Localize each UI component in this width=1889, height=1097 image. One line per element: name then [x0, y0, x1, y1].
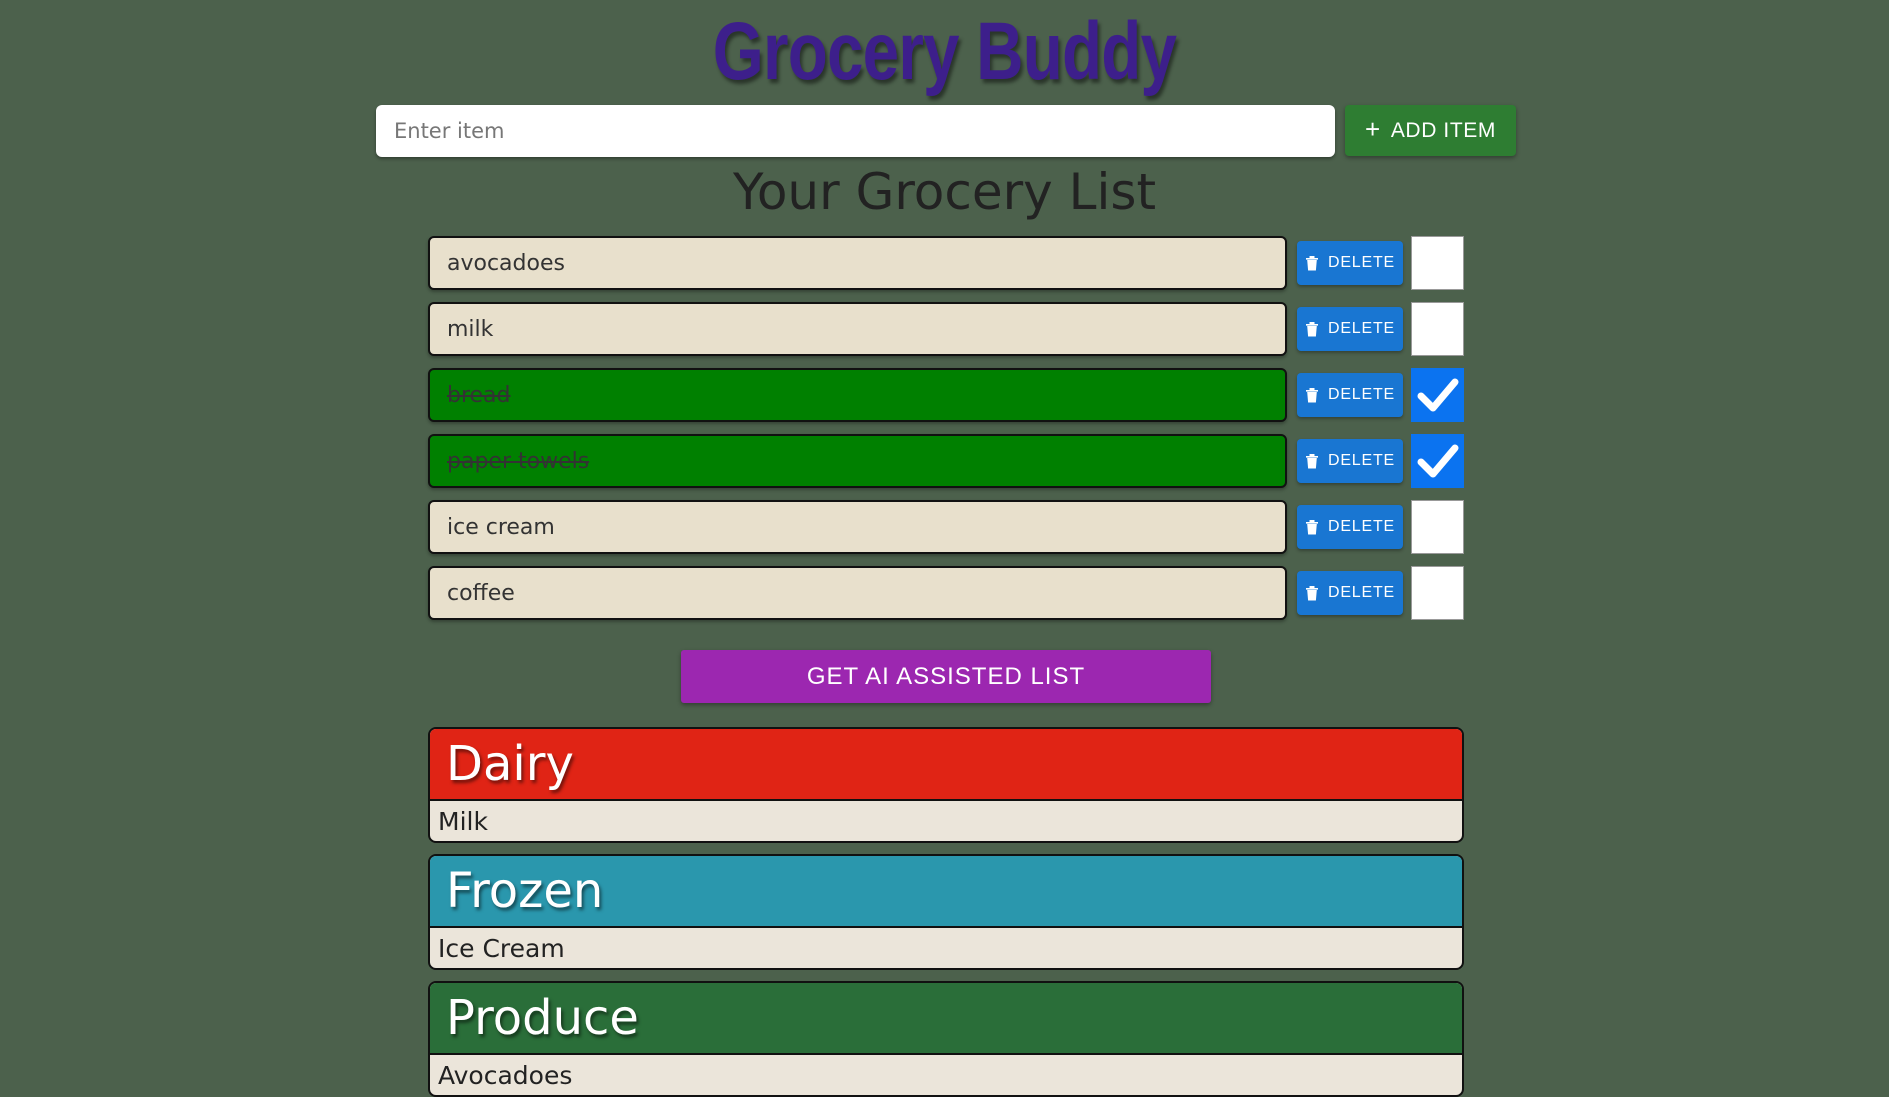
- grocery-row: milk DELETE: [428, 302, 1464, 356]
- add-item-button[interactable]: + ADD ITEM: [1345, 105, 1516, 156]
- delete-label: DELETE: [1327, 386, 1396, 403]
- grocery-row: ice cream DELETE: [428, 500, 1464, 554]
- grocery-row: avocadoes DELETE: [428, 236, 1464, 290]
- item-text[interactable]: avocadoes: [428, 236, 1287, 290]
- category-card: Produce Avocadoes: [428, 981, 1464, 1097]
- trash-icon: [1305, 388, 1318, 403]
- category-header: Frozen: [430, 856, 1462, 928]
- delete-button[interactable]: DELETE: [1297, 439, 1403, 483]
- checkmark-icon: [1417, 378, 1458, 412]
- delete-button[interactable]: DELETE: [1297, 241, 1403, 285]
- category-item: Milk: [438, 806, 488, 836]
- category-card: Frozen Ice Cream: [428, 854, 1464, 970]
- category-header: Dairy: [430, 729, 1462, 801]
- grocery-row: coffee DELETE: [428, 566, 1464, 620]
- ai-assisted-list-button[interactable]: GET AI ASSISTED LIST: [681, 650, 1211, 703]
- item-text[interactable]: milk: [428, 302, 1287, 356]
- delete-label: DELETE: [1327, 320, 1396, 337]
- checkmark-icon: [1417, 444, 1458, 478]
- item-checkbox[interactable]: [1411, 566, 1464, 620]
- grocery-row: paper towels DELETE: [428, 434, 1464, 488]
- delete-button[interactable]: DELETE: [1297, 373, 1403, 417]
- item-checkbox[interactable]: [1411, 236, 1464, 290]
- item-checkbox[interactable]: [1411, 500, 1464, 554]
- delete-label: DELETE: [1327, 254, 1396, 271]
- trash-icon: [1305, 256, 1318, 271]
- item-text[interactable]: paper towels: [428, 434, 1287, 488]
- delete-label: DELETE: [1327, 452, 1396, 469]
- delete-button[interactable]: DELETE: [1297, 571, 1403, 615]
- item-text[interactable]: coffee: [428, 566, 1287, 620]
- trash-icon: [1305, 322, 1318, 337]
- add-item-label: ADD ITEM: [1390, 118, 1496, 142]
- category-item: Avocadoes: [438, 1060, 573, 1090]
- item-text[interactable]: ice cream: [428, 500, 1287, 554]
- category-card: Dairy Milk: [428, 727, 1464, 843]
- item-checkbox[interactable]: [1411, 368, 1464, 422]
- trash-icon: [1305, 586, 1318, 601]
- category-header: Produce: [430, 983, 1462, 1055]
- plus-icon: +: [1365, 114, 1381, 144]
- app-title: Grocery Buddy: [712, 6, 1177, 97]
- grocery-row: bread DELETE: [428, 368, 1464, 422]
- delete-label: DELETE: [1327, 584, 1396, 601]
- category-item: Ice Cream: [438, 933, 565, 963]
- trash-icon: [1305, 454, 1318, 469]
- delete-button[interactable]: DELETE: [1297, 307, 1403, 351]
- delete-label: DELETE: [1327, 518, 1396, 535]
- trash-icon: [1305, 520, 1318, 535]
- item-checkbox[interactable]: [1411, 302, 1464, 356]
- list-heading: Your Grocery List: [732, 163, 1157, 221]
- delete-button[interactable]: DELETE: [1297, 505, 1403, 549]
- item-text[interactable]: bread: [428, 368, 1287, 422]
- item-input[interactable]: [376, 105, 1335, 157]
- item-checkbox[interactable]: [1411, 434, 1464, 488]
